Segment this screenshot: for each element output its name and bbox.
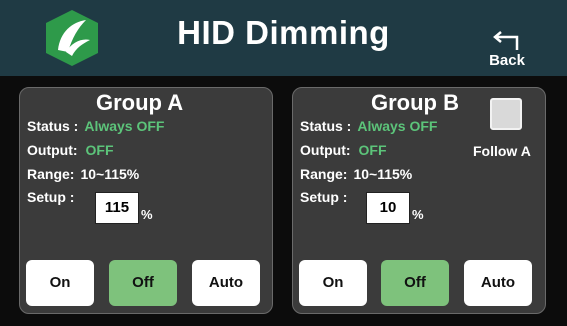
follow-a-label: Follow A [473,143,531,159]
group-b-auto-button[interactable]: Auto [464,260,532,306]
group-a-status-value: Always OFF [84,118,165,134]
range-label: Range: [300,166,348,182]
group-a-range-row: Range: 10~115% [27,166,139,182]
group-a-auto-button[interactable]: Auto [192,260,260,306]
group-a-range-value: 10~115% [80,166,140,182]
group-b-range-value: 10~115% [353,166,413,182]
group-a-output-value: OFF [85,142,114,158]
group-b-setup-input[interactable]: 10 [366,192,410,224]
group-b-panel: Group B Follow A Status : Always OFF Outp… [292,87,546,314]
status-label: Status : [27,118,79,134]
setup-label: Setup : [27,189,75,205]
output-label: Output: [300,142,351,158]
group-b-setup-row: Setup : [300,189,347,205]
back-button[interactable]: Back [486,28,528,70]
group-a-panel: Group A Status : Always OFF Output: OFF Ra… [19,87,273,314]
status-label: Status : [300,118,352,134]
group-a-off-button[interactable]: Off [109,260,177,306]
group-b-range-row: Range: 10~115% [300,166,412,182]
group-a-unit: % [141,207,153,222]
follow-a-checkbox[interactable] [490,98,522,130]
back-arrow-icon [493,31,519,50]
page-title: HID Dimming [177,14,390,51]
group-b-status-row: Status : Always OFF [300,118,437,134]
group-b-on-button[interactable]: On [299,260,367,306]
header-bar: HID Dimming Back [0,0,567,76]
group-a-output-row: Output: OFF [27,142,114,158]
output-label: Output: [27,142,78,158]
back-label: Back [489,52,525,69]
group-b-output-value: OFF [358,142,387,158]
group-b-title: Group B [371,90,459,115]
group-a-on-button[interactable]: On [26,260,94,306]
group-b-off-button[interactable]: Off [381,260,449,306]
group-b-output-row: Output: OFF [300,142,387,158]
range-label: Range: [27,166,75,182]
main-area: Group A Status : Always OFF Output: OFF Ra… [0,76,567,326]
group-a-title: Group A [96,90,184,115]
setup-label: Setup : [300,189,348,205]
group-b-status-value: Always OFF [357,118,438,134]
group-a-status-row: Status : Always OFF [27,118,164,134]
group-a-setup-input[interactable]: 115 [95,192,139,224]
group-a-setup-row: Setup : [27,189,74,205]
group-b-unit: % [412,207,424,222]
